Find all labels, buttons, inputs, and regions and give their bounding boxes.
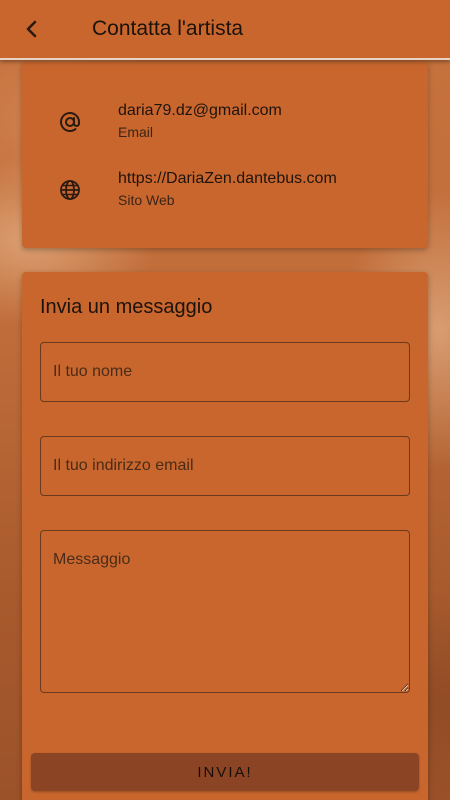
- message-form-card: Invia un messaggio INVIA!: [22, 272, 428, 800]
- website-url: https://DariaZen.dantebus.com: [118, 170, 337, 187]
- globe-icon: [60, 180, 80, 200]
- email-row[interactable]: daria79.dz@gmail.com Email: [22, 102, 428, 152]
- page-title: Contatta l'artista: [92, 17, 244, 40]
- contact-info-card: daria79.dz@gmail.com Email https://Daria…: [22, 62, 428, 248]
- email-label: Email: [118, 124, 154, 140]
- website-row[interactable]: https://DariaZen.dantebus.com Sito Web: [22, 170, 428, 220]
- message-textarea[interactable]: [40, 530, 410, 693]
- name-input[interactable]: [40, 342, 410, 402]
- send-button[interactable]: INVIA!: [31, 753, 419, 791]
- chevron-left-icon: [26, 20, 37, 38]
- email-input[interactable]: [40, 436, 410, 496]
- back-button[interactable]: [0, 0, 64, 59]
- form-title: Invia un messaggio: [40, 296, 213, 318]
- app-bar: Contatta l'artista: [0, 0, 450, 60]
- at-sign-icon: [60, 111, 80, 132]
- website-label: Sito Web: [118, 192, 175, 208]
- email-address: daria79.dz@gmail.com: [118, 102, 282, 119]
